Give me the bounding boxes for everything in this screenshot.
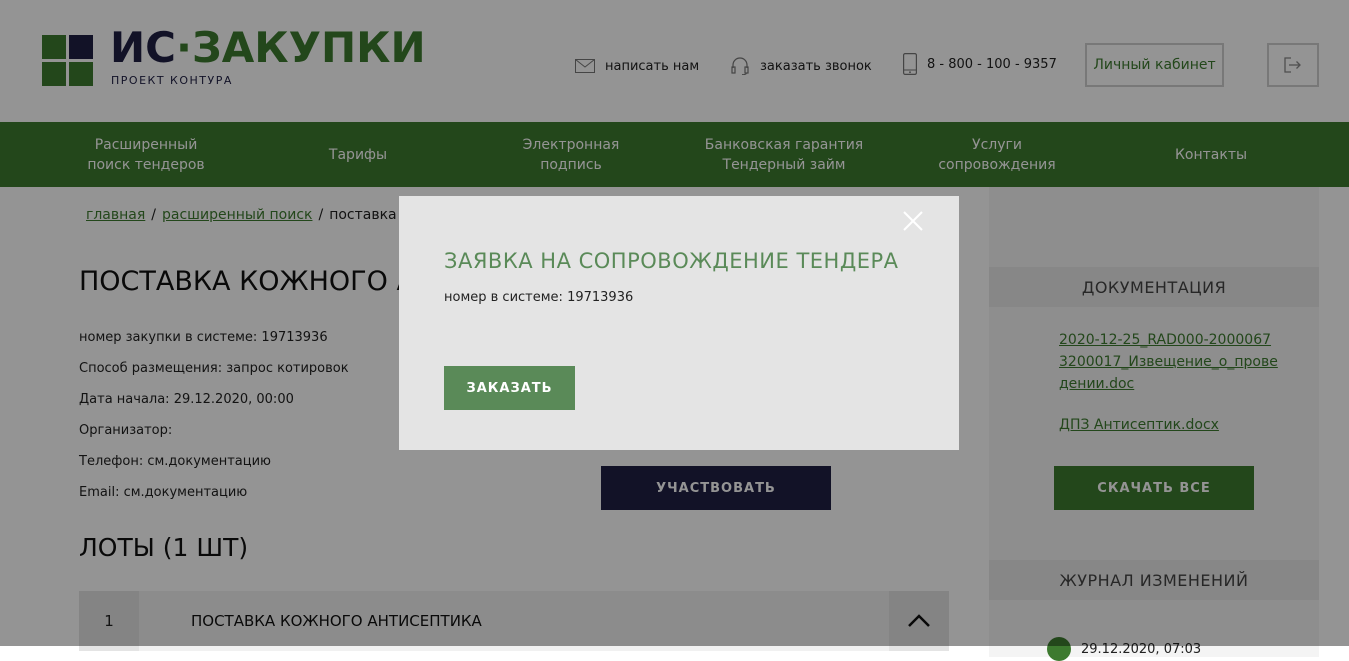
modal-title: ЗАЯВКА НА СОПРОВОЖДЕНИЕ ТЕНДЕРА: [444, 249, 899, 273]
support-request-modal: ЗАЯВКА НА СОПРОВОЖДЕНИЕ ТЕНДЕРА номер в …: [399, 196, 959, 450]
modal-system-number: номер в системе: 19713936: [444, 290, 634, 305]
close-modal-button[interactable]: [901, 209, 925, 233]
close-icon: [903, 211, 923, 231]
order-button[interactable]: ЗАКАЗАТЬ: [444, 366, 575, 410]
